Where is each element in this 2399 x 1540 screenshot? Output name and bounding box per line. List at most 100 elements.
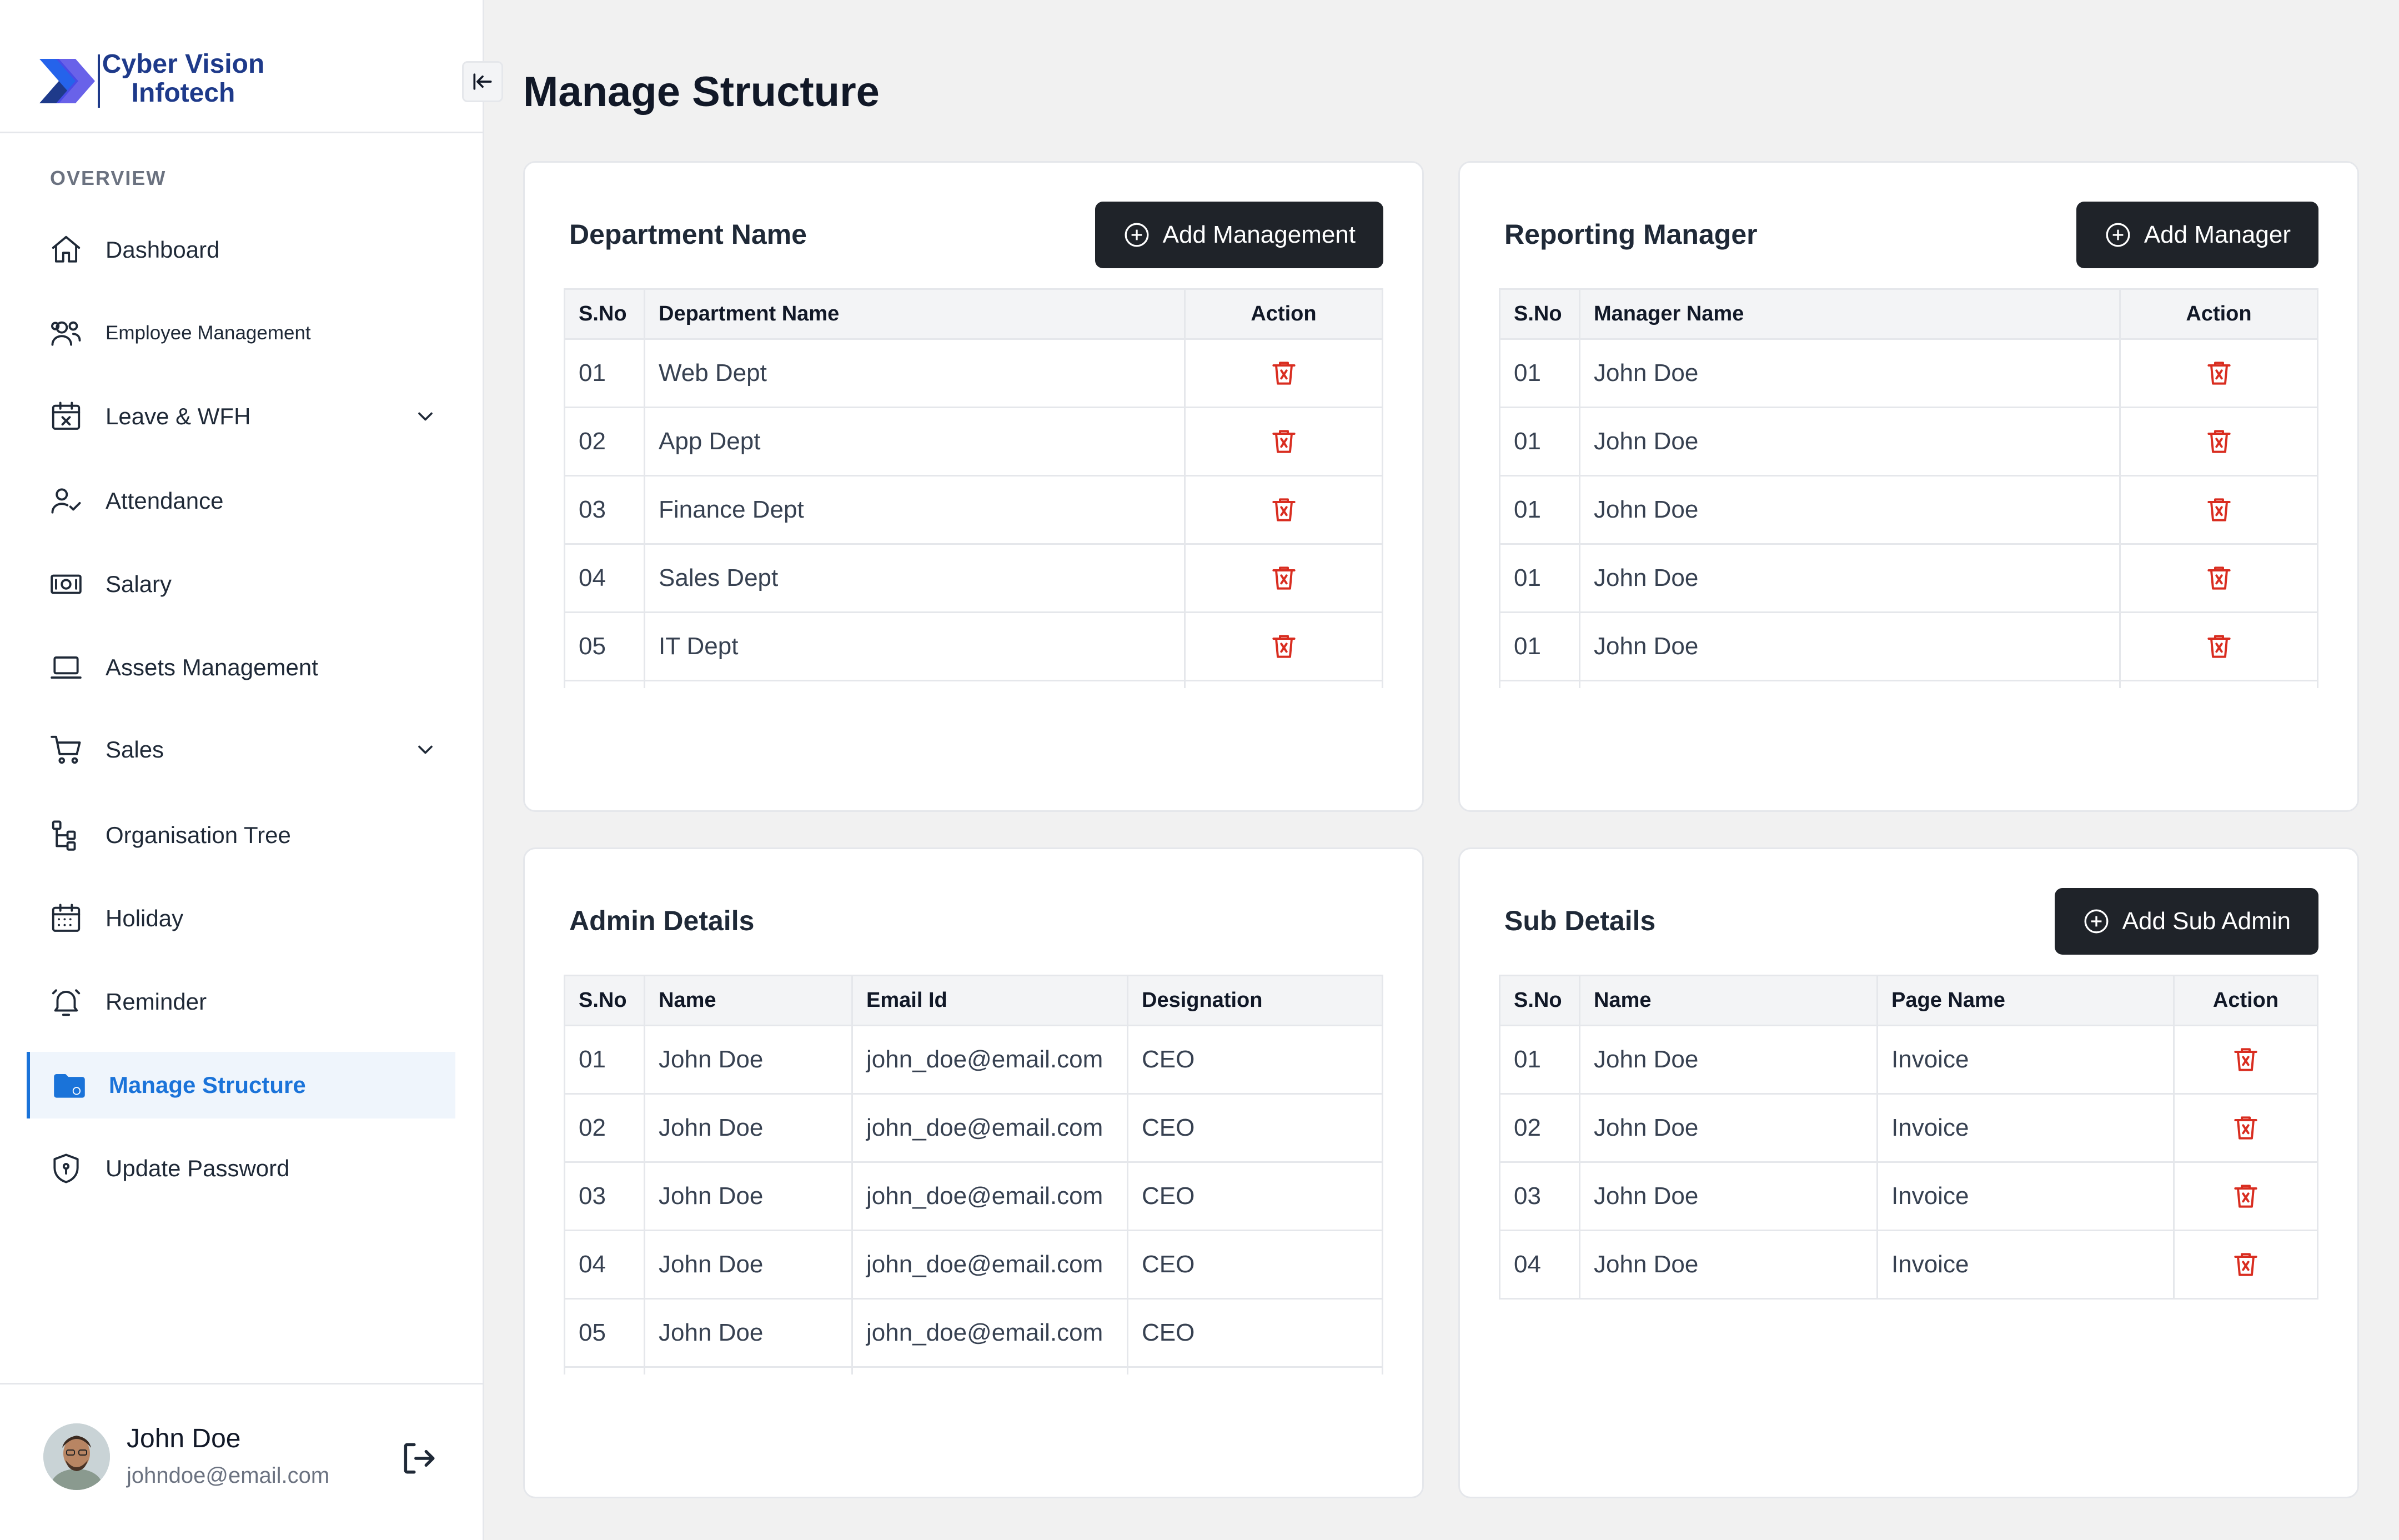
sidebar-item-dashboard[interactable]: Dashboard — [27, 217, 455, 283]
add-manager-button[interactable]: Add Manager — [2076, 202, 2318, 268]
delete-icon[interactable] — [1268, 426, 1299, 457]
table-cell: 03 — [1499, 1162, 1580, 1231]
delete-icon[interactable] — [2230, 1181, 2261, 1212]
table-cell: 05 — [564, 612, 645, 681]
folder-gear-icon — [50, 1066, 89, 1105]
column-header: Manager Name — [1579, 288, 2121, 340]
action-cell — [2119, 544, 2318, 613]
manager-card: Reporting Manager Add Manager S.No Manag… — [1458, 161, 2359, 812]
delete-icon[interactable] — [1268, 494, 1299, 525]
table-cell: John Doe — [1579, 1025, 1878, 1095]
table-cell: john_doe@email.com — [851, 1162, 1128, 1231]
brand-name: Cyber Vision Infotech — [100, 50, 267, 108]
sidebar-item-organisation-tree[interactable]: Organisation Tree — [27, 802, 455, 869]
delete-icon[interactable] — [2230, 1044, 2261, 1075]
delete-icon[interactable] — [2204, 563, 2235, 594]
sidebar-item-label: Update Password — [106, 1155, 290, 1181]
add-sub-admin-button[interactable]: Add Sub Admin — [2054, 888, 2318, 955]
column-header: S.No — [564, 288, 645, 340]
table-cell: 01 — [1499, 407, 1580, 476]
sidebar-item-label: Organisation Tree — [106, 822, 291, 848]
delete-icon[interactable] — [2204, 358, 2235, 389]
page-title: Manage Structure — [523, 68, 880, 116]
sidebar-item-holiday[interactable]: Holiday — [27, 885, 455, 952]
table-cell: IT Dept — [644, 612, 1185, 681]
table-row: 03 Finance Dept — [564, 475, 1383, 545]
sidebar-item-label: Attendance — [106, 488, 224, 514]
sidebar-item-leave-wfh[interactable]: Leave & WFH — [27, 383, 455, 450]
table-row: 01John Doe — [1499, 612, 2318, 681]
table-cell: 04 — [1499, 1230, 1580, 1300]
bell-icon — [47, 982, 86, 1021]
table-cell: 03 — [564, 475, 645, 545]
laptop-icon — [47, 648, 86, 687]
table-row: 05 John Doe john_doe@email.com CEO — [564, 1298, 1383, 1368]
sidebar-item-employee-management[interactable]: Employee Management — [27, 300, 455, 367]
table-cell: John Doe — [644, 1093, 852, 1163]
sidebar-item-attendance[interactable]: Attendance — [27, 468, 455, 534]
delete-icon[interactable] — [1268, 358, 1299, 389]
brand-line-1: Cyber Vision — [102, 49, 265, 79]
delete-icon[interactable] — [2230, 1249, 2261, 1280]
sidebar-item-label: Sales — [106, 736, 164, 763]
users-icon — [47, 314, 86, 353]
table-cell: App Dept — [644, 407, 1185, 476]
home-icon — [47, 230, 86, 269]
table-cell: CEO — [1127, 1162, 1383, 1231]
table-cell: 05 — [564, 1298, 645, 1368]
avatar[interactable] — [43, 1423, 110, 1490]
plus-circle-icon — [2084, 909, 2109, 934]
sidebar-item-label: Manage Structure — [109, 1072, 306, 1098]
add-sub-admin-label: Add Sub Admin — [2122, 907, 2291, 935]
table-cell: Sales Dept — [644, 544, 1185, 613]
table-cell: Admin Dept — [644, 680, 1185, 688]
delete-icon[interactable] — [2204, 631, 2235, 662]
delete-icon[interactable] — [2204, 426, 2235, 457]
sidebar-item-assets-management[interactable]: Assets Management — [27, 634, 455, 701]
table-row: 03 John Doe john_doe@email.com CEO — [564, 1162, 1383, 1231]
action-cell — [2173, 1230, 2318, 1300]
delete-icon[interactable] — [1268, 563, 1299, 594]
user-check-icon — [47, 481, 86, 520]
logout-icon[interactable] — [399, 1438, 440, 1479]
table-cell: 01 — [564, 339, 645, 408]
column-header: Action — [2119, 288, 2318, 340]
table-cell: CEO — [1127, 1093, 1383, 1163]
table-cell: 03 — [564, 1162, 645, 1231]
shield-icon — [47, 1149, 86, 1188]
table-row: 01John Doe — [1499, 475, 2318, 545]
column-header: Page Name — [1876, 975, 2175, 1026]
table-row: 01 John Doe john_doe@email.com CEO — [564, 1025, 1383, 1095]
table-cell: CEO — [1127, 1298, 1383, 1368]
table-header-row: S.No Department Name Action — [564, 288, 1383, 340]
table-row: 01 Web Dept — [564, 339, 1383, 408]
collapse-sidebar-button[interactable] — [462, 61, 503, 102]
action-cell — [2119, 680, 2318, 688]
department-table: S.No Department Name Action 01 Web Dept 02… — [564, 288, 1383, 688]
column-header: Name — [644, 975, 853, 1026]
table-cell: 01 — [1499, 544, 1580, 613]
delete-icon[interactable] — [2204, 494, 2235, 525]
delete-icon[interactable] — [2230, 1112, 2261, 1143]
table-header-row: S.No Name Email Id Designation — [564, 975, 1383, 1026]
chevron-down-icon[interactable] — [413, 738, 438, 762]
table-cell: john_doe@email.com — [851, 1298, 1128, 1368]
table-cell: CEO — [1127, 1230, 1383, 1300]
action-cell — [1184, 475, 1383, 545]
tree-icon — [47, 816, 86, 855]
add-management-button[interactable]: Add Management — [1095, 202, 1383, 268]
delete-icon[interactable] — [1268, 631, 1299, 662]
table-cell: John Doe — [1579, 1162, 1878, 1231]
table-row: 01John Doe — [1499, 339, 2318, 408]
sidebar-item-update-password[interactable]: Update Password — [27, 1135, 455, 1202]
table-cell: Invoice — [1876, 1230, 2174, 1300]
sidebar-item-sales[interactable]: Sales — [27, 716, 455, 783]
sidebar-item-manage-structure[interactable]: Manage Structure — [27, 1052, 455, 1118]
table-cell: John Doe — [644, 1162, 852, 1231]
sidebar-item-salary[interactable]: Salary — [27, 551, 455, 618]
table-cell: 04 — [564, 1230, 645, 1300]
department-table-wrap: S.No Department Name Action 01 Web Dept 02… — [564, 288, 1383, 688]
sidebar-item-reminder[interactable]: Reminder — [27, 969, 455, 1035]
table-cell: John Doe — [1579, 339, 2120, 408]
chevron-down-icon[interactable] — [413, 404, 438, 429]
